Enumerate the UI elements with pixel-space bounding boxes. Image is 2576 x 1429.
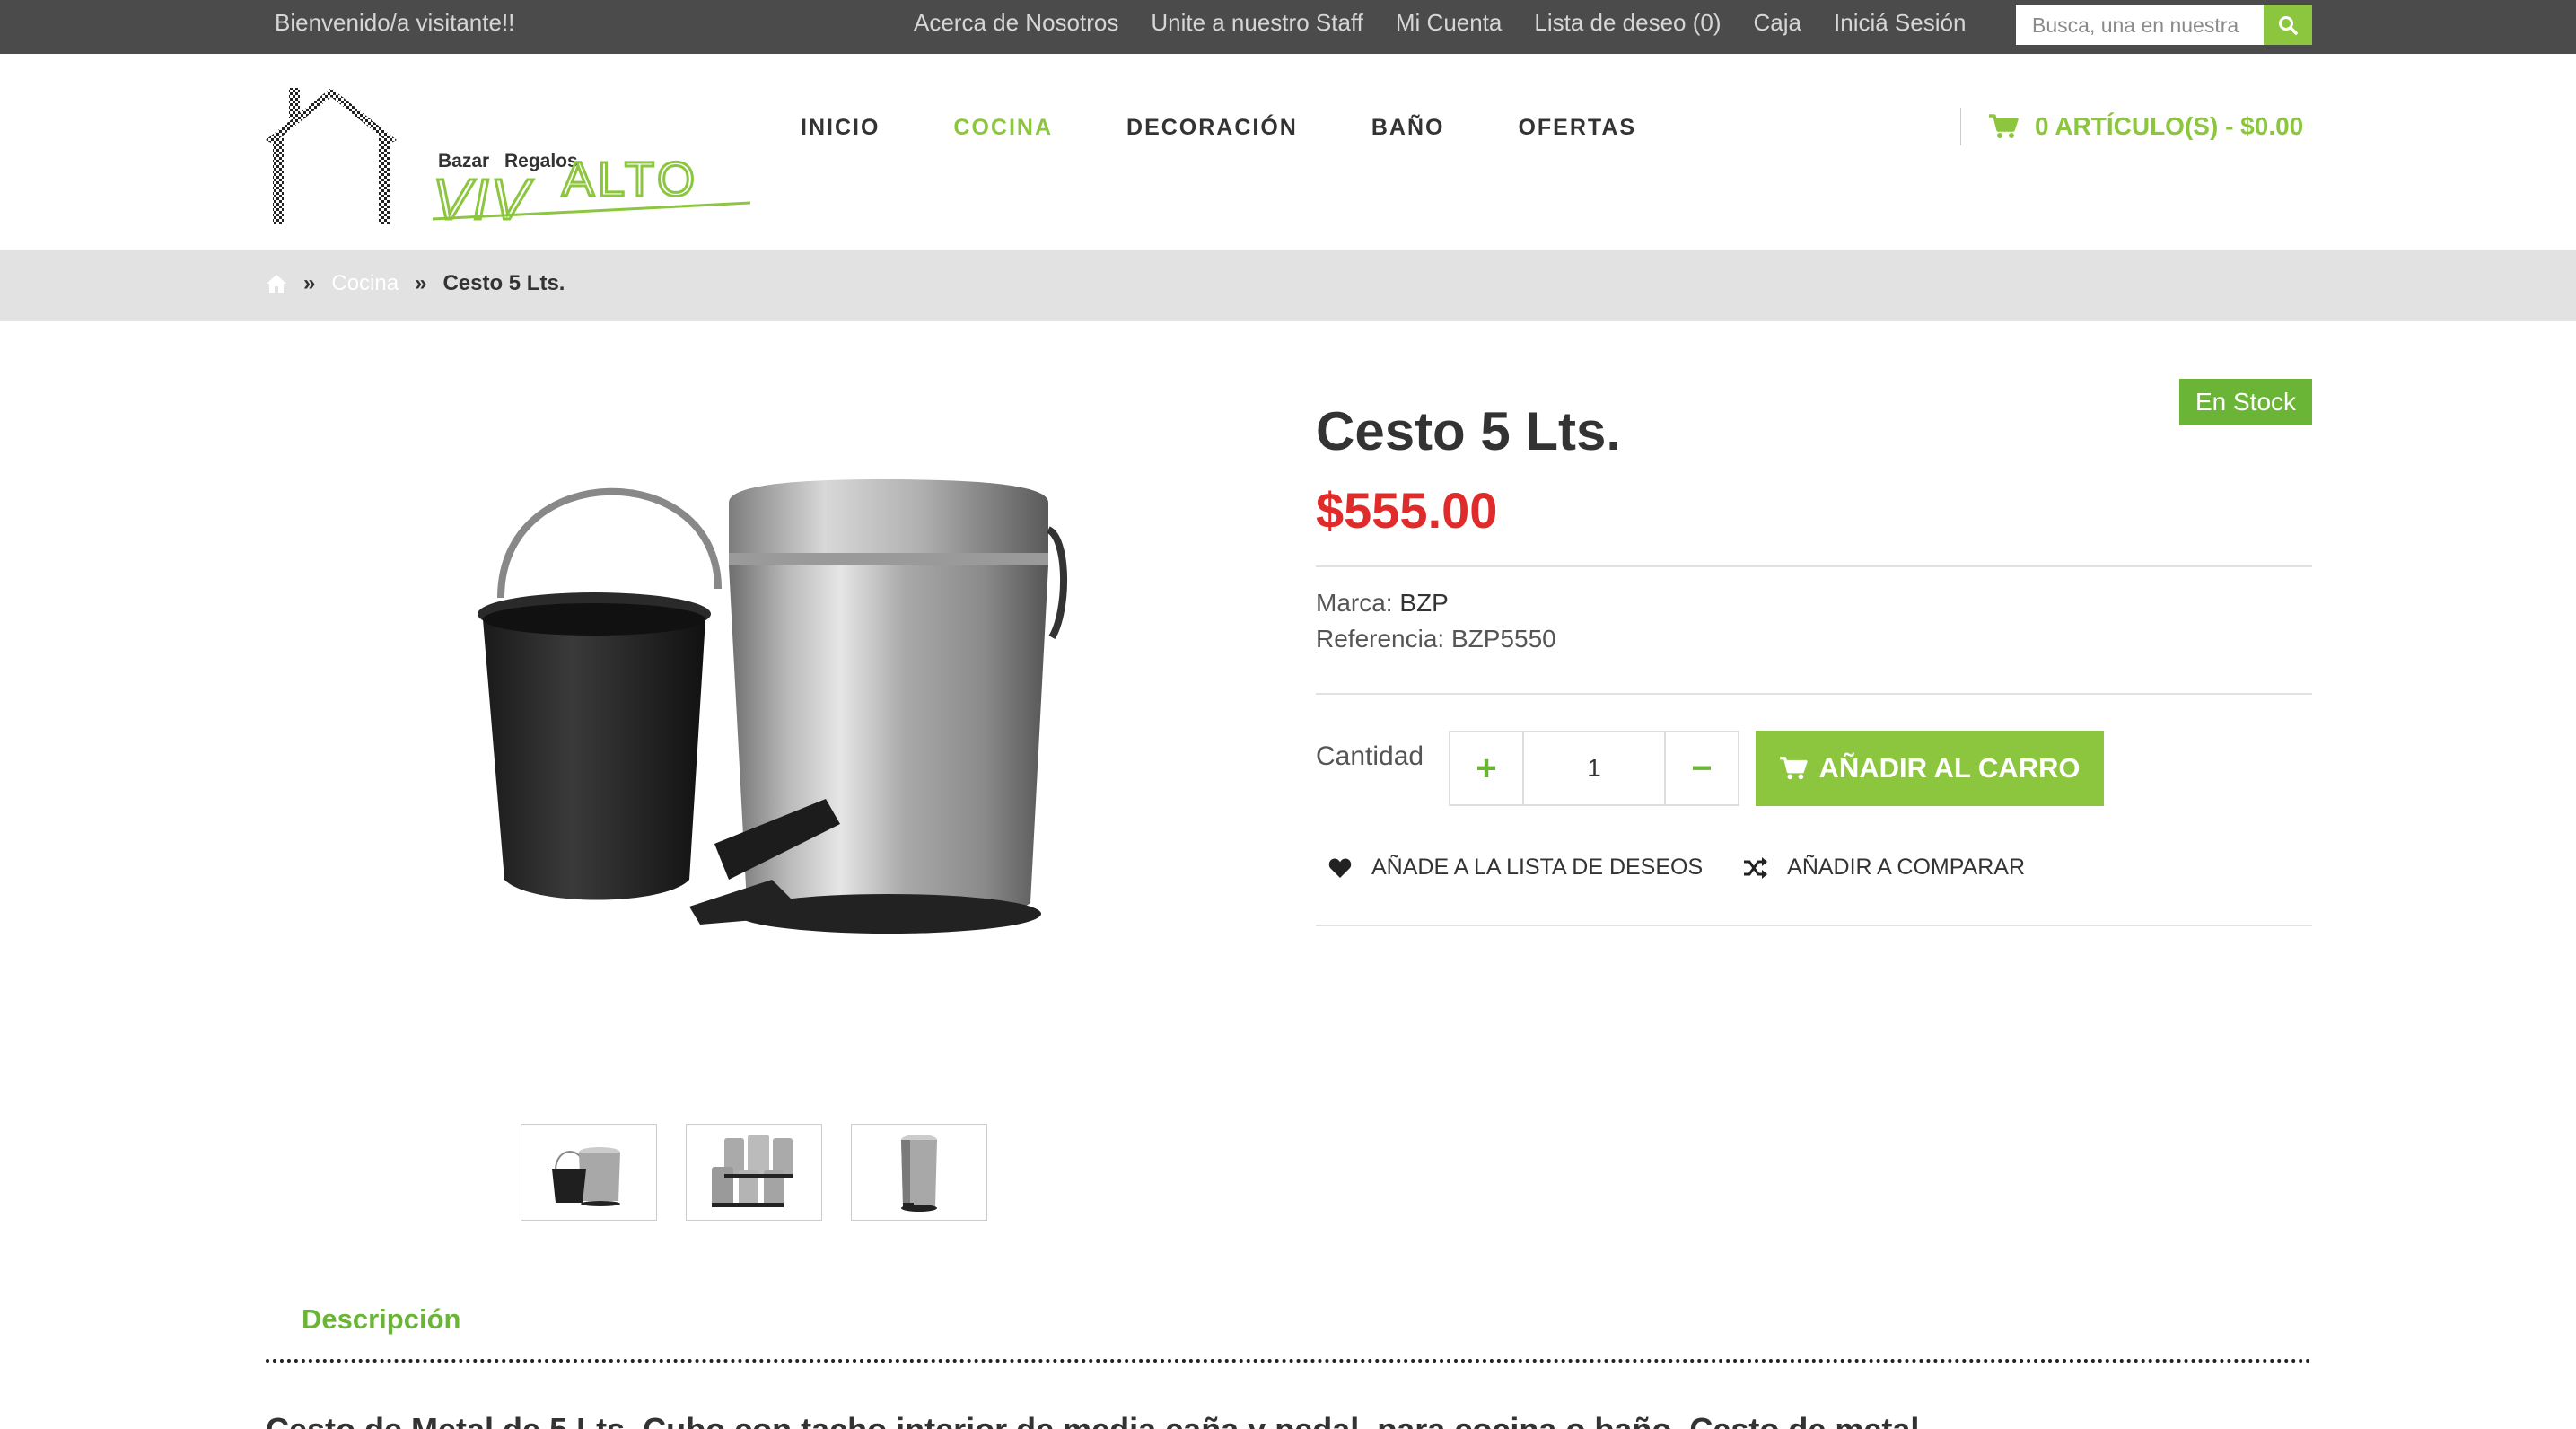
nav-item-cocina[interactable]: COCINA [953,115,1053,141]
description-text: Cesto de Metal de 5 Lts. Cubo con tacho … [266,1411,1919,1429]
tab-underline [266,1359,2312,1363]
compare-label: AÑADIR A COMPARAR [1787,855,2026,880]
link-checkout[interactable]: Caja [1754,9,1801,37]
brand-label: Marca: [1316,589,1393,617]
nav-item-decoracion[interactable]: DECORACIÓN [1126,115,1298,141]
site-logo[interactable]: Bazar Regalos VIV ALTO [266,84,751,233]
add-to-wishlist-button[interactable]: AÑADE A LA LISTA DE DESEOS [1328,855,1703,881]
search-input[interactable] [2016,5,2264,45]
home-icon[interactable] [266,274,287,294]
reference-label: Referencia: [1316,625,1445,653]
product-main-image[interactable] [269,377,1266,1059]
wishlist-label: AÑADE A LA LISTA DE DESEOS [1371,855,1704,880]
cart-summary[interactable]: 0 ARTÍCULO(S) - $0.00 [1960,108,2303,145]
quantity-label: Cantidad [1316,741,1424,771]
cart-label: 0 ARTÍCULO(S) - $0.00 [2035,112,2304,140]
tab-description[interactable]: Descripción [302,1303,460,1336]
quantity-stepper: + 1 − [1449,731,1739,806]
product-price: $555.00 [1316,482,1498,539]
logo-text-alto: ALTO [562,153,698,206]
add-to-compare-button[interactable]: AÑADIR A COMPARAR [1742,855,2025,881]
top-bar: Bienvenido/a visitante!! Acerca de Nosot… [0,0,2576,54]
product-title: Cesto 5 Lts. [1316,401,1622,461]
welcome-text: Bienvenido/a visitante!! [275,9,515,36]
product-thumbnails [521,1124,987,1221]
link-wishlist[interactable]: Lista de deseo (0) [1534,9,1721,37]
link-about[interactable]: Acerca de Nosotros [914,9,1118,37]
quantity-input[interactable]: 1 [1524,731,1664,806]
brand-row: Marca: BZP [1316,589,1449,618]
product-actions: AÑADE A LA LISTA DE DESEOS AÑADIR A COMP… [1328,855,2025,881]
divider [1316,565,2312,567]
breadcrumb: » Cocina » Cesto 5 Lts. [266,271,565,296]
reference-row: Referencia: BZP5550 [1316,625,1556,653]
reference-value: BZP5550 [1450,625,1556,653]
add-to-cart-label: AÑADIR AL CARRO [1818,752,2081,784]
shuffle-icon [1744,856,1768,879]
top-links: Acerca de Nosotros Unite a nuestro Staff… [914,9,1966,37]
divider [1316,925,2312,926]
heart-icon [1328,858,1352,878]
nav-item-bano[interactable]: BAÑO [1371,115,1445,141]
breadcrumb-current: Cesto 5 Lts. [442,271,565,295]
breadcrumb-category[interactable]: Cocina [331,271,399,296]
product-thumbnail-3[interactable] [851,1124,987,1221]
brand-value[interactable]: BZP [1399,589,1448,617]
breadcrumb-separator: » [415,271,427,295]
quantity-minus-button[interactable]: − [1664,731,1739,806]
search-button[interactable] [2264,5,2312,45]
nav-item-ofertas[interactable]: OFERTAS [1518,115,1636,141]
breadcrumb-separator: » [303,271,316,295]
product-thumbnail-2[interactable] [686,1124,822,1221]
divider [1316,693,2312,695]
shopping-cart-icon [1780,757,1809,780]
link-my-account[interactable]: Mi Cuenta [1396,9,1503,37]
shopping-cart-icon [1989,114,2019,138]
stock-badge: En Stock [2179,379,2312,425]
link-login[interactable]: Iniciá Sesión [1834,9,1966,37]
search-icon [2279,16,2298,35]
quantity-plus-button[interactable]: + [1449,731,1524,806]
breadcrumb-bar: » Cocina » Cesto 5 Lts. [0,250,2576,321]
nav-item-inicio[interactable]: INICIO [801,115,880,141]
main-nav: INICIO COCINA DECORACIÓN BAÑO OFERTAS [801,115,1636,141]
search-box [2016,5,2312,45]
link-join-staff[interactable]: Unite a nuestro Staff [1151,9,1363,37]
product-thumbnail-1[interactable] [521,1124,657,1221]
add-to-cart-button[interactable]: AÑADIR AL CARRO [1756,731,2104,806]
